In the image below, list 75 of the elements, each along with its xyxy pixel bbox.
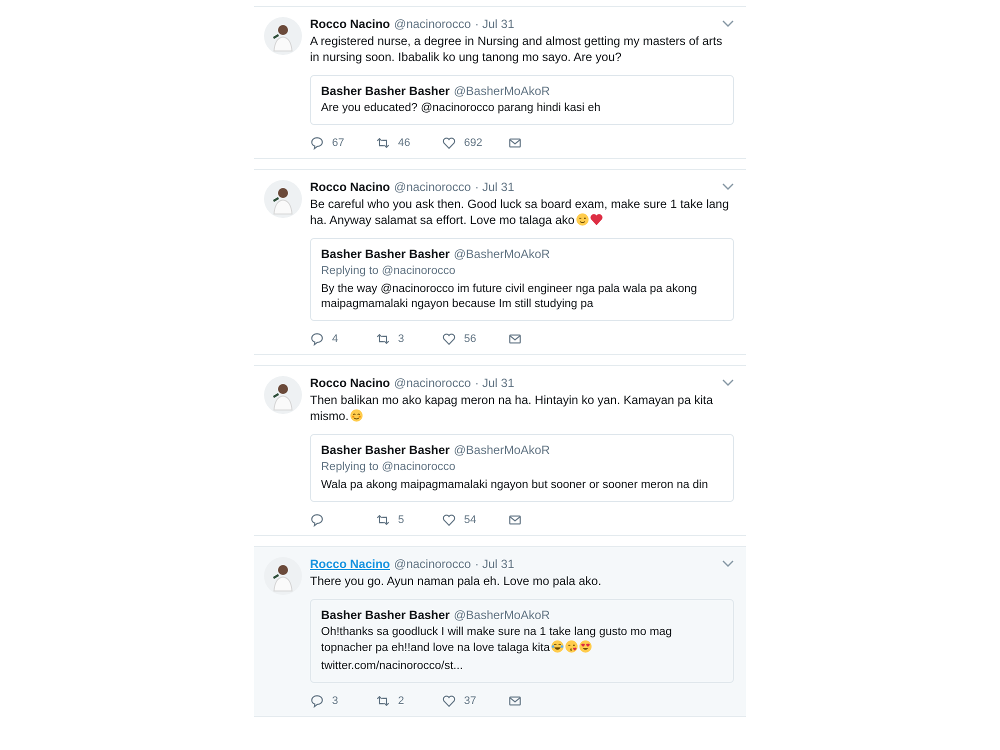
kissing-face-icon <box>564 640 578 653</box>
heart-icon <box>442 694 456 708</box>
author-name[interactable]: Rocco Nacino <box>310 180 390 194</box>
tweet-time[interactable]: · Jul 31 <box>474 557 514 571</box>
author-name[interactable]: Rocco Nacino <box>310 376 390 390</box>
avatar <box>264 376 302 414</box>
replying-to: Replying to @nacinorocco <box>321 460 456 475</box>
quoted-author-name: Basher Basher Basher <box>321 443 450 457</box>
tweet-time[interactable]: · Jul 31 <box>474 17 514 31</box>
quoted-text: By the way @nacinorocco im future civil engineer nga pala wala pa akong maipagmamalaki ngayon because Im still studying pa <box>321 282 698 312</box>
winking-face-icon <box>576 213 589 226</box>
smiling-face-icon <box>350 409 363 422</box>
heart-icon <box>442 513 456 527</box>
reply-icon <box>310 136 324 150</box>
quoted-text: Are you educated? @nacinorocco parang hindi kasi eh <box>321 101 602 116</box>
author-handle: @nacinorocco <box>394 557 471 571</box>
author-name[interactable]: Rocco Nacino <box>310 557 390 571</box>
retweet-icon <box>376 136 390 150</box>
author-handle: @nacinorocco <box>394 376 471 390</box>
replying-to: Replying to @nacinorocco <box>321 264 456 279</box>
envelope-icon <box>508 332 522 346</box>
caret-icon[interactable] <box>722 183 734 191</box>
tweet-text: Be careful who you ask then. Good luck sa board exam, make sure 1 take lang ha. Anyway salamat sa effort. Love mo talaga ako <box>310 196 730 228</box>
quoted-author-name: Basher Basher Basher <box>321 608 450 622</box>
quoted-tweet[interactable]: Basher Basher Basher @BasherMoAkoR Replying to @nacinorocco By the way @nacinorocco im future civil engineer nga pala wala pa akong maipagmamalaki ngayon because Im still studying pa <box>310 238 734 321</box>
retweet-icon <box>376 513 390 527</box>
author-name[interactable]: Rocco Nacino <box>310 17 390 31</box>
quoted-link[interactable]: twitter.com/nacinorocco/st... <box>321 659 723 674</box>
quoted-text: Wala pa akong maipagmamalaki ngayon but sooner or sooner meron na din <box>321 478 709 493</box>
reply-button[interactable]: 4 <box>310 332 376 346</box>
heart-icon <box>442 136 456 150</box>
heart-emoji-icon <box>590 213 603 226</box>
quoted-tweet[interactable]: Basher Basher Basher @BasherMoAkoR Oh!thanks sa goodluck I will make sure na 1 take lang gusto mo mag topnacher pa eh!!and love na love talaga kita twitter.com/nacinorocco/st... <box>310 599 734 683</box>
reply-icon <box>310 694 324 708</box>
heart-icon <box>442 332 456 346</box>
tweet-time[interactable]: · Jul 31 <box>474 376 514 390</box>
reply-button[interactable]: 3 <box>310 694 376 708</box>
author-handle: @nacinorocco <box>394 180 471 194</box>
tweet-text: Then balikan mo ako kapag meron na ha. Hintayin ko yan. Kamayan pa kita mismo. <box>310 392 714 424</box>
envelope-icon <box>508 136 522 150</box>
quoted-author-handle: @BasherMoAkoR <box>454 608 550 622</box>
caret-icon[interactable] <box>722 20 734 28</box>
envelope-icon <box>508 694 522 708</box>
tweet-time[interactable]: · Jul 31 <box>474 180 514 194</box>
retweet-button[interactable]: 5 <box>376 513 442 527</box>
quoted-author-handle: @BasherMoAkoR <box>454 443 550 457</box>
tweet-text: A registered nurse, a degree in Nursing and almost getting my masters of arts in nursing soon. Ibabalik ko ung tanong mo sayo. Are you? <box>310 33 724 65</box>
author-handle: @nacinorocco <box>394 17 471 31</box>
tweet-text: There you go. Ayun naman pala eh. Love mo pala ako. <box>310 573 602 589</box>
reply-icon <box>310 332 324 346</box>
avatar <box>264 17 302 55</box>
reply-button[interactable]: 67 <box>310 136 376 150</box>
like-button[interactable]: 692 <box>442 136 508 150</box>
envelope-icon <box>508 513 522 527</box>
quoted-tweet[interactable]: Basher Basher Basher @BasherMoAkoR Replying to @nacinorocco Wala pa akong maipagmamalaki ngayon but sooner or sooner meron na din <box>310 434 734 502</box>
laughing-face-icon <box>550 640 564 653</box>
retweet-button[interactable]: 3 <box>376 332 442 346</box>
retweet-button[interactable]: 46 <box>376 136 442 150</box>
quoted-author-handle: @BasherMoAkoR <box>454 247 550 261</box>
like-button[interactable]: 37 <box>442 694 508 708</box>
quoted-author-name: Basher Basher Basher <box>321 247 450 261</box>
like-button[interactable]: 56 <box>442 332 508 346</box>
retweet-button[interactable]: 2 <box>376 694 442 708</box>
retweet-icon <box>376 332 390 346</box>
heart-eyes-face-icon <box>578 640 592 653</box>
quoted-tweet[interactable]: Basher Basher Basher @BasherMoAkoR Are you educated? @nacinorocco parang hindi kasi eh <box>310 75 734 125</box>
caret-icon[interactable] <box>722 560 734 568</box>
quoted-author-name: Basher Basher Basher <box>321 84 450 98</box>
like-button[interactable]: 54 <box>442 513 508 527</box>
avatar <box>264 180 302 218</box>
reply-icon <box>310 513 324 527</box>
retweet-icon <box>376 694 390 708</box>
caret-icon[interactable] <box>722 379 734 387</box>
avatar <box>264 557 302 595</box>
quoted-author-handle: @BasherMoAkoR <box>454 84 550 98</box>
